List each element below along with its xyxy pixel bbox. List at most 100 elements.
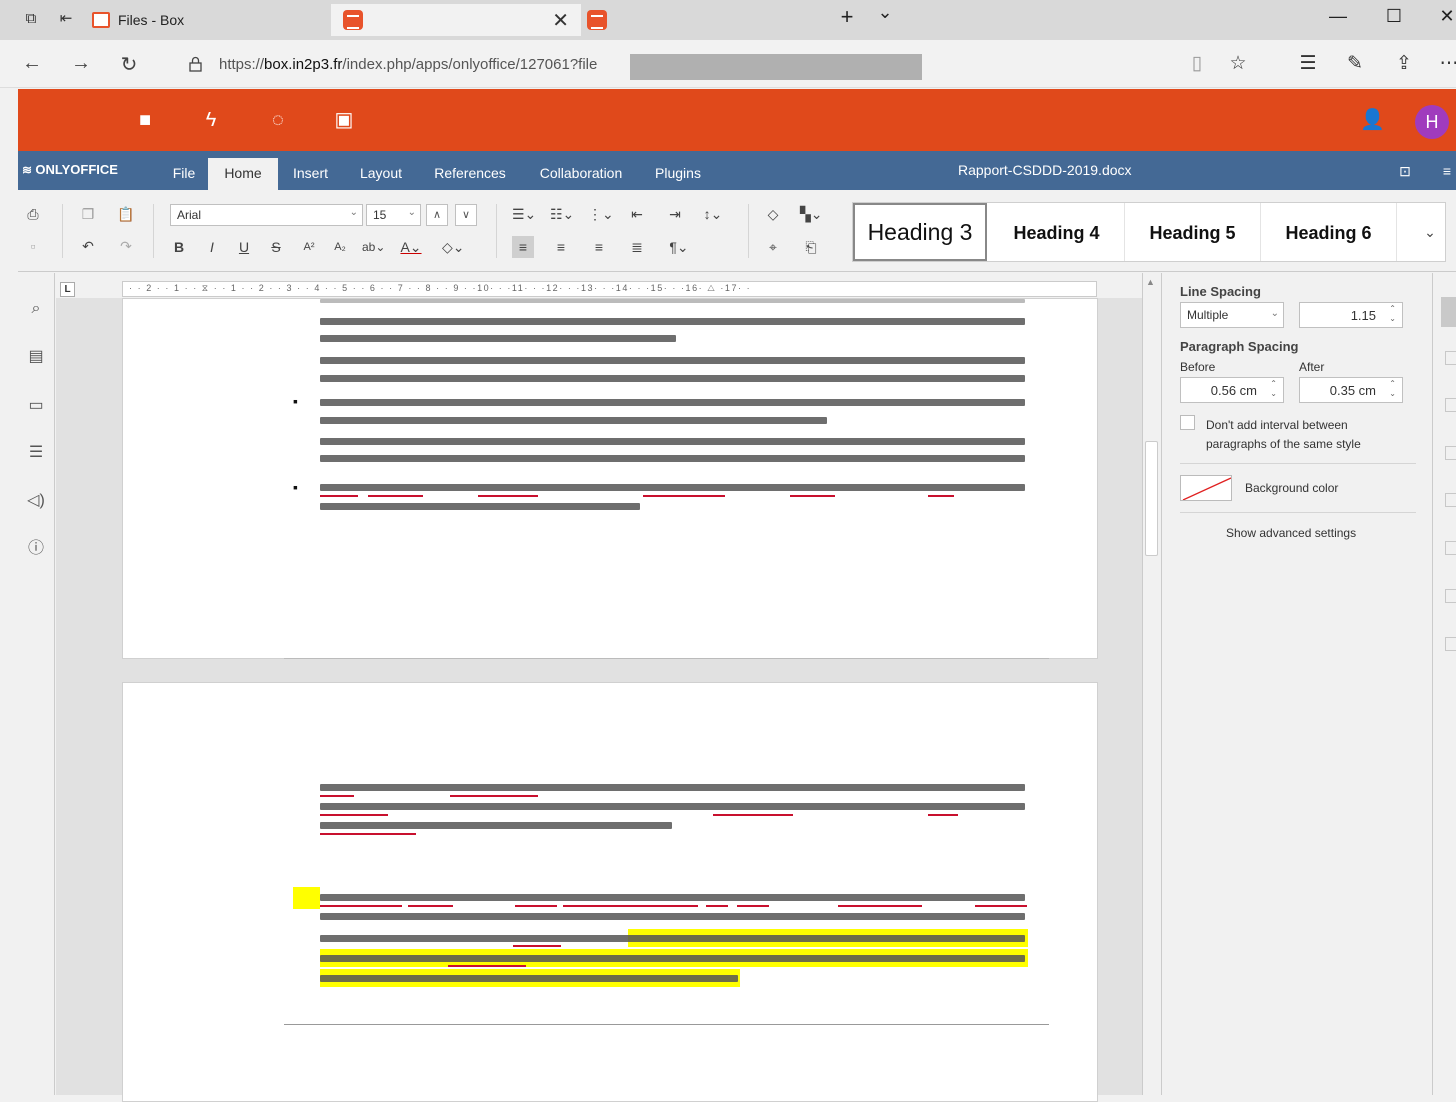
align-right-icon[interactable]: ≡ — [588, 236, 610, 258]
close-window-button[interactable]: ✕ — [1432, 6, 1456, 27]
paragraph-settings-tab-icon[interactable] — [1441, 297, 1456, 327]
contacts-icon[interactable]: 👤 — [1360, 109, 1385, 131]
tab-stop-selector[interactable]: L — [60, 282, 75, 297]
style-heading-6[interactable]: Heading 6 — [1261, 203, 1397, 261]
more-menu-icon[interactable]: ⋯ — [1436, 52, 1456, 75]
subscript-icon[interactable]: A₂ — [329, 236, 351, 258]
favorite-star-icon[interactable]: ☆ — [1225, 52, 1251, 75]
no-interval-checkbox[interactable] — [1180, 415, 1195, 430]
url-field[interactable]: https://box.in2p3.fr/index.php/apps/only… — [175, 47, 1175, 81]
activity-bolt-icon[interactable]: ϟ — [199, 109, 223, 131]
menu-collaboration[interactable]: Collaboration — [530, 158, 632, 190]
image-settings-icon[interactable] — [1445, 398, 1456, 412]
style-heading-4[interactable]: Heading 4 — [989, 203, 1125, 261]
set-aside-tabs-icon[interactable]: ⇤ — [57, 10, 75, 28]
nonprinting-characters-icon[interactable]: ¶⌄ — [668, 236, 690, 258]
italic-icon[interactable]: I — [201, 236, 223, 258]
style-heading-3[interactable]: Heading 3 — [853, 203, 987, 261]
chart-settings-icon[interactable] — [1445, 541, 1456, 555]
spin-arrows-icon[interactable]: ⌃ ⌄ — [1389, 304, 1396, 324]
signature-settings-icon[interactable] — [1445, 637, 1456, 651]
comments-icon[interactable]: ▤ — [24, 345, 48, 369]
document-canvas[interactable]: ▪ ▪ — [56, 298, 1142, 1102]
align-center-icon[interactable]: ≡ — [550, 236, 572, 258]
line-spacing-value-input[interactable]: 1.15 ⌃ ⌄ — [1299, 302, 1403, 328]
print-icon[interactable]: ⎙ — [22, 203, 44, 225]
undo-icon[interactable]: ↶ — [77, 235, 99, 257]
highlight-color-icon[interactable]: ab⌄ — [362, 236, 385, 258]
bullet-list-icon[interactable]: ☰⌄ — [512, 203, 536, 225]
mail-merge-icon[interactable]: ⎗ — [800, 236, 822, 258]
forward-arrow-icon[interactable]: → — [68, 52, 94, 75]
new-tab-button[interactable]: + — [832, 4, 862, 30]
styles-expand-chevron-icon[interactable]: ⌄ — [1419, 221, 1441, 243]
justify-icon[interactable]: ≣ — [626, 236, 648, 258]
numbered-list-icon[interactable]: ☷⌄ — [550, 203, 574, 225]
increase-indent-icon[interactable]: ⇥ — [664, 203, 686, 225]
bold-icon[interactable]: B — [168, 236, 190, 258]
clear-style-icon[interactable]: ◇ — [762, 203, 784, 225]
font-family-select[interactable]: Arial ⌄ — [170, 204, 363, 226]
multilevel-list-icon[interactable]: ⋮⌄ — [588, 203, 614, 225]
textart-settings-icon[interactable] — [1445, 589, 1456, 603]
menu-plugins[interactable]: Plugins — [646, 158, 710, 190]
line-spacing-mode-select[interactable]: Multiple ⌄ — [1180, 302, 1284, 328]
copy-icon[interactable]: ❐ — [77, 203, 99, 225]
spin-arrows-icon[interactable]: ⌃ ⌄ — [1270, 379, 1277, 399]
vertical-scrollbar[interactable]: ▲ — [1142, 273, 1160, 1095]
tab-onlyoffice-2[interactable] — [583, 4, 825, 36]
superscript-icon[interactable]: A² — [298, 236, 320, 258]
save-icon[interactable]: ▫ — [22, 235, 44, 257]
spin-arrows-icon[interactable]: ⌃ ⌄ — [1389, 379, 1396, 399]
color-scheme-icon[interactable]: ▚⌄ — [800, 203, 823, 225]
increase-font-icon[interactable]: ∧ — [426, 204, 448, 226]
style-heading-5[interactable]: Heading 5 — [1125, 203, 1261, 261]
favorites-hub-icon[interactable]: ☰ — [1295, 52, 1321, 75]
spacing-before-input[interactable]: 0.56 cm ⌃ ⌄ — [1180, 377, 1284, 403]
underline-icon[interactable]: U — [233, 236, 255, 258]
show-advanced-settings-link[interactable]: Show advanced settings — [1226, 526, 1356, 540]
navigation-icon[interactable]: ☰ — [24, 441, 48, 465]
reading-view-icon[interactable]: ▯ — [1184, 52, 1210, 75]
view-settings-icon[interactable]: ≡ — [1436, 160, 1456, 182]
maximize-button[interactable]: ☐ — [1379, 6, 1409, 27]
decrease-indent-icon[interactable]: ⇤ — [626, 203, 648, 225]
search-icon[interactable]: ⌕ — [24, 297, 48, 321]
chat-icon[interactable]: ▭ — [24, 394, 48, 418]
web-note-pen-icon[interactable]: ✎ — [1342, 52, 1368, 75]
tab-actions-icon[interactable]: ⧉ — [22, 10, 40, 28]
copy-style-icon[interactable]: ⌖ — [762, 236, 784, 258]
scrollbar-thumb[interactable] — [1145, 441, 1158, 556]
menu-insert[interactable]: Insert — [282, 158, 339, 190]
background-color-swatch[interactable] — [1180, 475, 1232, 501]
font-color-icon[interactable]: A⌄ — [400, 236, 422, 258]
decrease-font-icon[interactable]: ∨ — [455, 204, 477, 226]
calendar-icon[interactable]: ▣ — [332, 109, 356, 131]
strikethrough-icon[interactable]: S — [265, 236, 287, 258]
horizontal-ruler[interactable]: · · 2 · · 1 · · ⧖ · · 1 · · 2 · · 3 · · … — [122, 281, 1097, 297]
redo-icon[interactable]: ↷ — [115, 235, 137, 257]
go-to-documents-icon[interactable]: ⊡ — [1394, 160, 1416, 182]
tab-onlyoffice-active[interactable]: ✕ — [331, 4, 581, 36]
menu-home[interactable]: Home — [208, 158, 278, 190]
refresh-icon[interactable]: ↻ — [116, 52, 142, 77]
font-size-select[interactable]: 15 ⌄ — [366, 204, 421, 226]
table-settings-icon[interactable] — [1445, 351, 1456, 365]
spacing-after-input[interactable]: 0.35 cm ⌃ ⌄ — [1299, 377, 1403, 403]
paste-icon[interactable]: 📋 — [115, 203, 137, 225]
files-folder-icon[interactable]: ■ — [133, 109, 157, 131]
align-left-icon[interactable]: ≡ — [512, 236, 534, 258]
shape-settings-icon[interactable] — [1445, 493, 1456, 507]
sync-circle-icon[interactable]: ◌ — [266, 109, 290, 131]
tab-close-icon[interactable]: ✕ — [552, 8, 569, 33]
feedback-speaker-icon[interactable]: ◁) — [24, 489, 48, 513]
about-info-icon[interactable]: ⓘ — [24, 537, 48, 561]
menu-layout[interactable]: Layout — [350, 158, 412, 190]
menu-file[interactable]: File — [164, 158, 204, 190]
minimize-button[interactable]: — — [1323, 6, 1353, 27]
tab-files-box[interactable]: Files - Box — [86, 4, 329, 36]
line-spacing-icon[interactable]: ↕⌄ — [702, 203, 724, 225]
tab-list-dropdown-icon[interactable]: ⌄ — [870, 2, 900, 23]
scroll-up-arrow-icon[interactable]: ▲ — [1146, 277, 1155, 287]
back-arrow-icon[interactable]: ← — [19, 52, 45, 75]
